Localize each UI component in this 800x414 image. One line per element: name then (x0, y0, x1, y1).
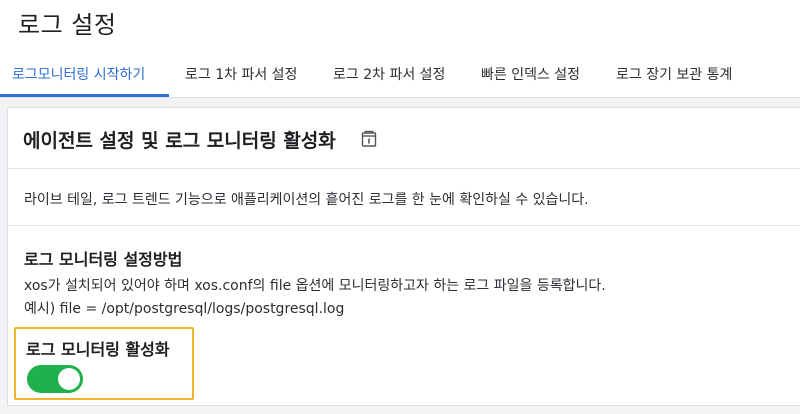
toggle-knob (58, 368, 80, 390)
setup-method-text: xos가 설치되어 있어야 하며 xos.conf의 file 옵션에 모니터링… (24, 278, 606, 294)
card-description: 라이브 테일, 로그 트렌드 기능으로 애플리케이션의 흩어진 로그를 한 눈에… (24, 192, 589, 208)
tab-log-archive-stats[interactable]: 로그 장기 보관 통계 (616, 56, 732, 95)
tab-bar: 로그모니터링 시작하기 로그 1차 파서 설정 로그 2차 파서 설정 빠른 인… (0, 56, 800, 97)
log-monitoring-toggle[interactable] (27, 365, 83, 393)
active-tab-indicator (0, 94, 169, 97)
book-info-icon[interactable] (360, 130, 378, 148)
card-title: 에이전트 설정 및 로그 모니터링 활성화 (23, 130, 336, 152)
tab-fast-index[interactable]: 빠른 인덱스 설정 (481, 56, 580, 95)
tab-log-parser-2[interactable]: 로그 2차 파서 설정 (333, 56, 445, 95)
divider (8, 225, 800, 226)
setup-method-title: 로그 모니터링 설정방법 (24, 250, 183, 269)
setup-method-example: 예시) file = /opt/postgresql/logs/postgres… (24, 301, 345, 317)
page-title: 로그 설정 (18, 11, 117, 39)
agent-settings-card: 에이전트 설정 및 로그 모니터링 활성화 라이브 테일, 로그 트렌드 기능으… (7, 107, 800, 406)
card-header: 에이전트 설정 및 로그 모니터링 활성화 (8, 108, 800, 169)
top-bar: 로그 설정 로그모니터링 시작하기 로그 1차 파서 설정 로그 2차 파서 설… (0, 0, 800, 98)
toggle-highlight-box: 로그 모니터링 활성화 (14, 327, 194, 400)
toggle-label: 로그 모니터링 활성화 (26, 340, 170, 359)
tab-log-parser-1[interactable]: 로그 1차 파서 설정 (185, 56, 297, 95)
tab-log-monitoring-start[interactable]: 로그모니터링 시작하기 (12, 56, 145, 95)
